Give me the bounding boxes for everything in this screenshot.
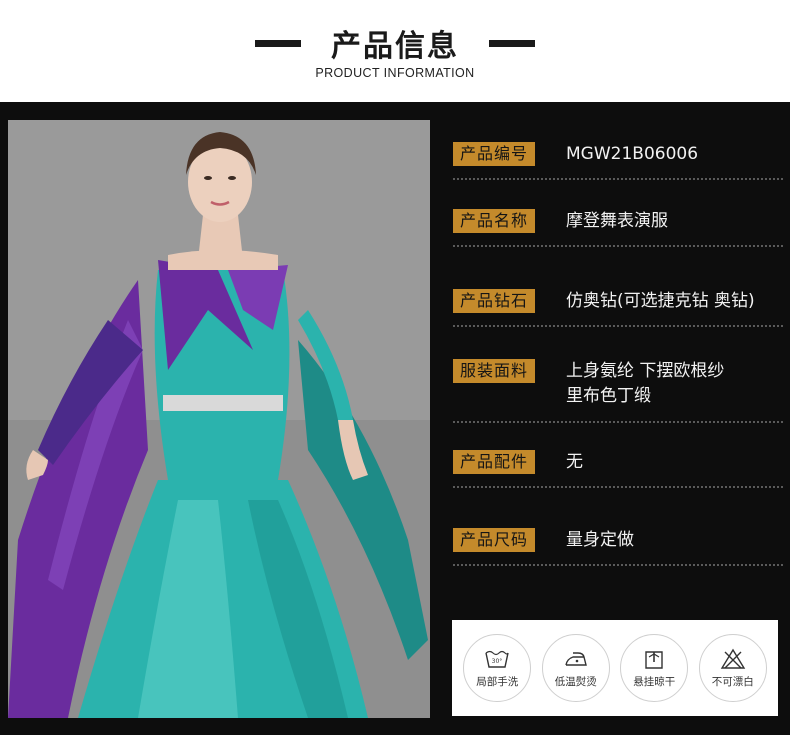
dotted-divider bbox=[453, 564, 783, 566]
care-label: 局部手洗 bbox=[476, 675, 519, 688]
care-instructions: 30° 局部手洗 低温熨烫 悬挂晾干 不可漂白 bbox=[452, 620, 778, 716]
title-bar-right bbox=[489, 39, 535, 47]
care-item-hand-wash: 30° 局部手洗 bbox=[463, 634, 532, 702]
info-value-line2: 里布色丁缎 bbox=[566, 386, 651, 406]
dotted-divider bbox=[453, 245, 783, 247]
care-label: 不可漂白 bbox=[711, 675, 754, 688]
info-label: 产品编号 bbox=[453, 142, 536, 166]
hand-wash-icon: 30° bbox=[485, 650, 509, 668]
info-value: MGW21B06006 bbox=[566, 144, 699, 164]
iron-low-icon bbox=[565, 651, 587, 666]
title-row: 产品信息 bbox=[0, 18, 790, 68]
info-value: 摩登舞表演服 bbox=[566, 211, 668, 231]
care-item-hang-dry: 悬挂晾干 bbox=[620, 634, 689, 702]
title-bar-left bbox=[255, 39, 301, 47]
info-value: 无 bbox=[566, 452, 583, 472]
page-header: 产品信息 PRODUCT INFORMATION bbox=[0, 0, 790, 102]
no-bleach-icon bbox=[720, 648, 745, 669]
care-item-iron-low: 低温熨烫 bbox=[541, 634, 610, 702]
info-value: 仿奥钻(可选捷克钻 奥钻) bbox=[566, 291, 755, 311]
care-label: 低温熨烫 bbox=[554, 675, 597, 688]
care-item-no-bleach: 不可漂白 bbox=[698, 634, 767, 702]
care-label: 悬挂晾干 bbox=[633, 675, 676, 688]
dotted-divider bbox=[453, 325, 783, 327]
info-label: 服装面料 bbox=[453, 359, 536, 383]
product-info-panel: 产品编号 MGW21B06006 产品名称 摩登舞表演服 产品钻石 仿奥钻(可选… bbox=[0, 102, 790, 735]
info-label: 产品配件 bbox=[453, 450, 536, 474]
hang-dry-icon bbox=[645, 650, 663, 669]
dotted-divider bbox=[453, 421, 783, 423]
dress-illustration bbox=[8, 120, 430, 718]
info-label: 产品名称 bbox=[453, 209, 536, 233]
page-subtitle: PRODUCT INFORMATION bbox=[315, 66, 475, 80]
info-value: 量身定做 bbox=[566, 530, 634, 550]
svg-text:30°: 30° bbox=[492, 658, 503, 665]
page-title: 产品信息 bbox=[331, 29, 459, 64]
info-value: 上身氨纶 下摆欧根纱 bbox=[566, 361, 725, 381]
dotted-divider bbox=[453, 486, 783, 488]
dotted-divider bbox=[453, 178, 783, 180]
product-photo bbox=[8, 120, 430, 718]
info-label: 产品尺码 bbox=[453, 528, 536, 552]
info-label: 产品钻石 bbox=[453, 289, 536, 313]
